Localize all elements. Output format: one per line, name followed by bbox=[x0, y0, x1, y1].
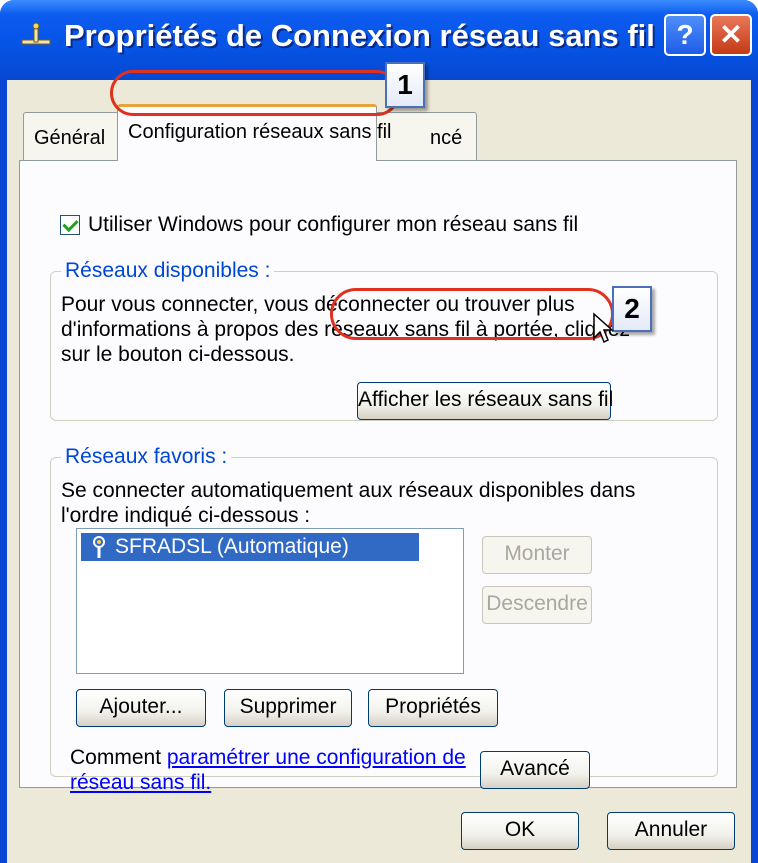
tab-label: Configuration réseaux sans fil bbox=[128, 121, 392, 143]
help-button[interactable]: ? bbox=[664, 14, 706, 56]
annotation-ring-tab bbox=[110, 70, 400, 116]
mouse-cursor-icon bbox=[592, 312, 614, 352]
move-down-button[interactable]: Descendre bbox=[482, 586, 592, 624]
advanced-button[interactable]: Avancé bbox=[480, 751, 590, 789]
tab-label: ncé bbox=[430, 127, 463, 149]
properties-button[interactable]: Propriétés bbox=[368, 689, 498, 727]
available-networks-legend: Réseaux disponibles : bbox=[61, 259, 275, 283]
help-link[interactable]: paramétrer une configuration de bbox=[167, 746, 466, 769]
help-prefix: Comment bbox=[70, 746, 167, 769]
close-button[interactable]: ✕ bbox=[710, 14, 752, 56]
step-2-callout: 2 bbox=[612, 286, 652, 332]
description-line: l'ordre indiqué ci-dessous : bbox=[61, 504, 311, 527]
close-icon: ✕ bbox=[719, 19, 743, 50]
help-link-continued[interactable]: réseau sans fil. bbox=[70, 771, 211, 794]
preferred-networks-list[interactable]: SFRADSL (Automatique) bbox=[76, 528, 464, 674]
tab-panel: Utiliser Windows pour configurer mon rés… bbox=[19, 160, 737, 794]
tab-general[interactable]: Général bbox=[23, 112, 119, 160]
help-text: Comment paramétrer une configuration de … bbox=[70, 745, 466, 795]
ok-button[interactable]: OK bbox=[461, 812, 579, 850]
wireless-antenna-icon bbox=[89, 535, 109, 567]
description-line: Se connecter automatiquement aux réseaux… bbox=[61, 479, 636, 502]
preferred-networks-description: Se connecter automatiquement aux réseaux… bbox=[61, 478, 635, 528]
preferred-networks-legend: Réseaux favoris : bbox=[61, 445, 232, 469]
move-up-button[interactable]: Monter bbox=[482, 536, 592, 574]
window-title: Propriétés de Connexion réseau sans fil bbox=[64, 18, 655, 53]
use-windows-checkbox[interactable] bbox=[60, 215, 80, 235]
remove-button[interactable]: Supprimer bbox=[224, 689, 352, 727]
view-wireless-networks-button[interactable]: Afficher les réseaux sans fil bbox=[357, 382, 613, 420]
add-button[interactable]: Ajouter... bbox=[76, 689, 206, 727]
dialog-window: Propriétés de Connexion réseau sans fil … bbox=[0, 0, 758, 863]
annotation-ring-button bbox=[330, 288, 614, 340]
description-line: sur le bouton ci-dessous. bbox=[61, 343, 295, 366]
dialog-client: Général ncé Configuration réseaux sans f… bbox=[7, 80, 751, 863]
cancel-button[interactable]: Annuler bbox=[607, 812, 735, 850]
list-item[interactable]: SFRADSL (Automatique) bbox=[81, 533, 419, 561]
use-windows-label[interactable]: Utiliser Windows pour configurer mon rés… bbox=[88, 213, 578, 237]
network-connection-icon bbox=[18, 20, 54, 56]
step-1-callout: 1 bbox=[385, 62, 425, 108]
network-name: SFRADSL (Automatique) bbox=[115, 535, 349, 558]
title-bar[interactable]: Propriétés de Connexion réseau sans fil … bbox=[0, 0, 758, 80]
tab-label: Général bbox=[34, 127, 106, 149]
